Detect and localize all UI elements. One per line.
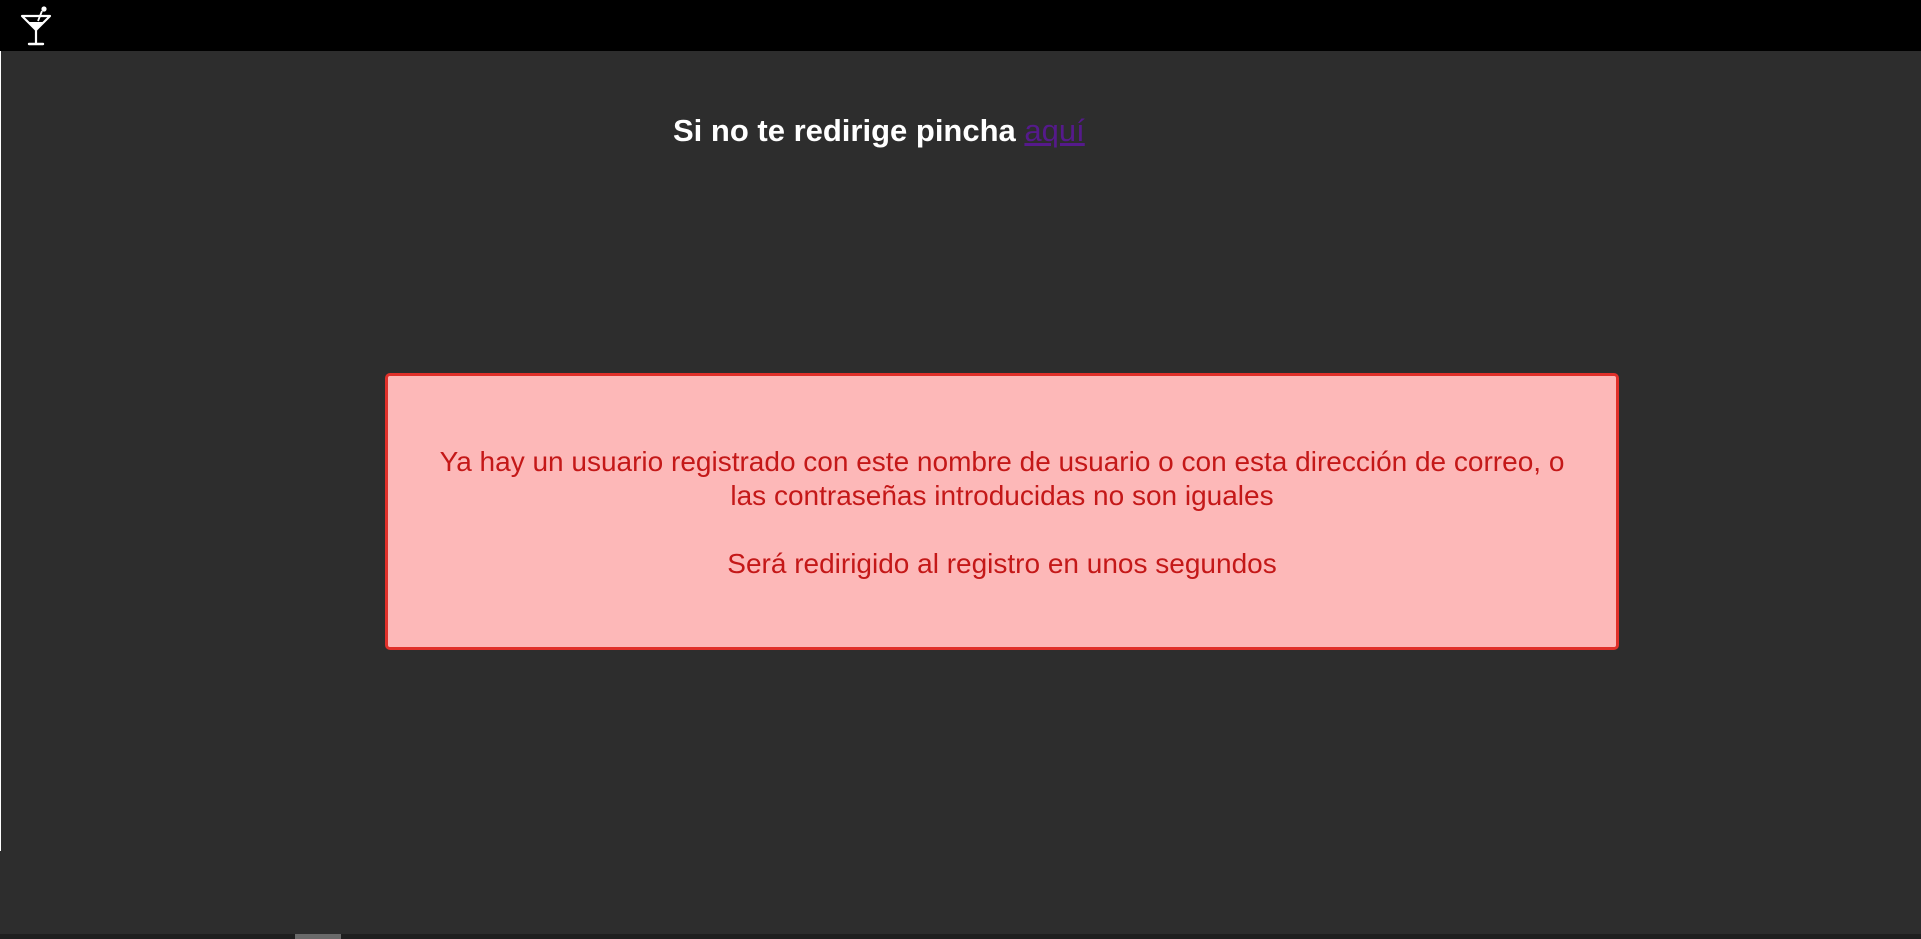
cocktail-glass-icon[interactable] (18, 5, 54, 47)
horizontal-scrollbar[interactable] (0, 934, 1921, 939)
error-message: Ya hay un usuario registrado con este no… (439, 446, 1565, 511)
error-alert: Ya hay un usuario registrado con este no… (385, 373, 1619, 650)
redirect-link[interactable]: aquí (1024, 113, 1084, 148)
redirect-message: Si no te redirige pincha aquí (673, 111, 1085, 151)
left-edge-divider (0, 51, 1, 851)
redirect-notice: Será redirigido al registro en unos segu… (727, 548, 1277, 579)
redirect-text: Si no te redirige pincha (673, 113, 1025, 148)
top-navbar (0, 0, 1921, 51)
scrollbar-thumb[interactable] (295, 934, 341, 939)
